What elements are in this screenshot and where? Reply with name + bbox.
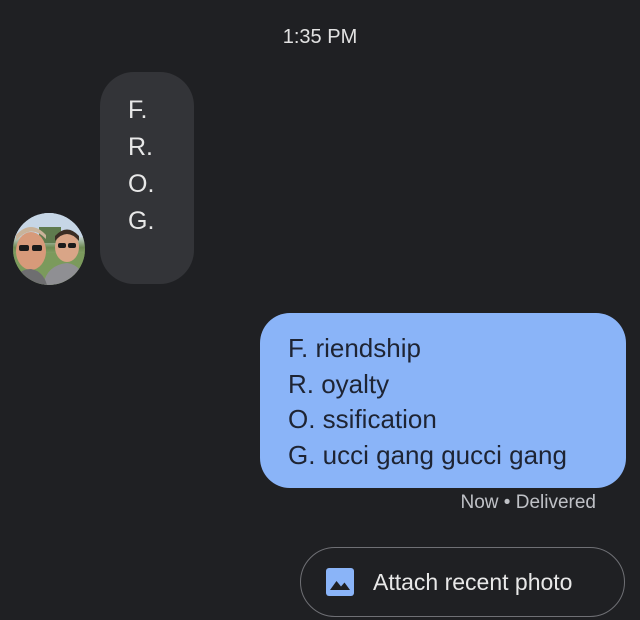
contact-avatar[interactable] [13,213,85,285]
incoming-message-line: G. [128,207,155,235]
avatar-photo [13,213,85,285]
incoming-message-line: O. [128,170,155,198]
incoming-message-line: F. [128,96,148,124]
incoming-message-line: R. [128,133,153,161]
attach-recent-photo-button[interactable]: Attach recent photo [300,547,625,617]
incoming-message-bubble[interactable]: F. R. O. G. [100,72,194,284]
photo-icon [326,568,354,596]
delivery-status: Now • Delivered [460,492,596,513]
conversation-screen: 1:35 PM F. R. O. G. F. riendship R. oyal… [0,0,640,620]
outgoing-message-line: R. oyalty [288,368,390,399]
outgoing-message-bubble[interactable]: F. riendship R. oyalty O. ssification G.… [260,313,626,488]
outgoing-message-line: F. riendship [288,333,421,363]
outgoing-message-line: O. ssification [288,404,437,434]
outgoing-message-line: G. ucci gang gucci gang [288,439,567,470]
attach-button-label: Attach recent photo [373,568,573,595]
message-timestamp: 1:35 PM [282,26,358,48]
